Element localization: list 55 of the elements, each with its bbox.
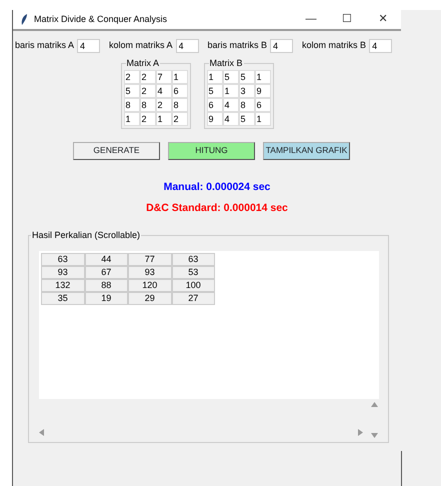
result-cell: 132 [41,279,84,292]
matrix-cell[interactable]: 2 [140,70,156,84]
window-title: Matrix Divide & Conquer Analysis [34,12,168,26]
scroll-left-icon[interactable] [39,429,44,436]
result-cell: 93 [128,266,172,280]
matrix-cell[interactable]: 6 [206,98,222,112]
matrix-cell[interactable]: 5 [206,84,222,98]
timing-text: Manual: 0.000024 sec [162,180,272,195]
field-label: kolom matriks B [302,38,366,52]
result-cell: 53 [172,266,215,280]
result-cell: 67 [84,266,128,280]
frame-title: Hasil Perkalian (Scrollable) [31,230,142,242]
result-cell: 63 [41,253,84,266]
scroll-up-icon[interactable] [370,402,378,408]
matrix-cell[interactable]: 2 [124,70,140,84]
minimize-button[interactable]: — [293,11,329,28]
matrix-cell[interactable]: 5 [238,70,254,84]
maximize-button[interactable]: ☐ [329,11,365,28]
action-button[interactable]: HITUNG [168,142,255,160]
field-label: baris matriks B [208,38,268,52]
result-cell: 44 [84,253,128,266]
close-button[interactable]: ✕ [365,11,401,28]
field-label: kolom matriks A [109,38,173,52]
action-button[interactable]: TAMPILKAN GRAFIK [263,142,350,160]
matrix-cell[interactable]: 1 [206,70,222,84]
result-cell: 29 [128,292,172,306]
matrix-cell[interactable]: 8 [124,98,140,112]
dimension-field[interactable]: 4 [369,38,392,53]
dimension-field[interactable]: 4 [176,38,199,53]
matrix-cell[interactable]: 9 [206,112,222,126]
scroll-down-icon[interactable] [370,433,378,438]
scroll-right-icon[interactable] [358,429,363,436]
result-cell: 19 [84,292,128,306]
result-cell: 100 [172,279,215,292]
dimension-field[interactable]: 4 [77,38,100,53]
matrix-cell[interactable]: 1 [124,112,140,126]
result-cell: 77 [128,253,172,266]
result-cell: 93 [41,266,84,280]
field-label: baris matriks A [15,38,74,52]
matrix-cell[interactable]: 5 [222,70,238,84]
action-button[interactable]: GENERATE [73,142,160,160]
result-cell: 27 [172,292,215,306]
matrix-title: Matrix B [208,58,244,69]
matrix-cell[interactable]: 5 [124,84,140,98]
matrix-title: Matrix A [126,58,160,69]
result-cell: 63 [172,253,215,266]
matrix-cell[interactable]: 1 [172,70,188,84]
result-cell: 120 [128,279,172,292]
dimension-field[interactable]: 4 [270,38,294,53]
result-cell: 88 [84,279,128,292]
result-cell: 35 [41,292,84,306]
feather-icon [21,14,28,25]
matrix-cell[interactable]: 1 [254,70,270,84]
matrix-cell[interactable]: 7 [156,70,172,84]
timing-text: D&C Standard: 0.000014 sec [145,201,289,216]
